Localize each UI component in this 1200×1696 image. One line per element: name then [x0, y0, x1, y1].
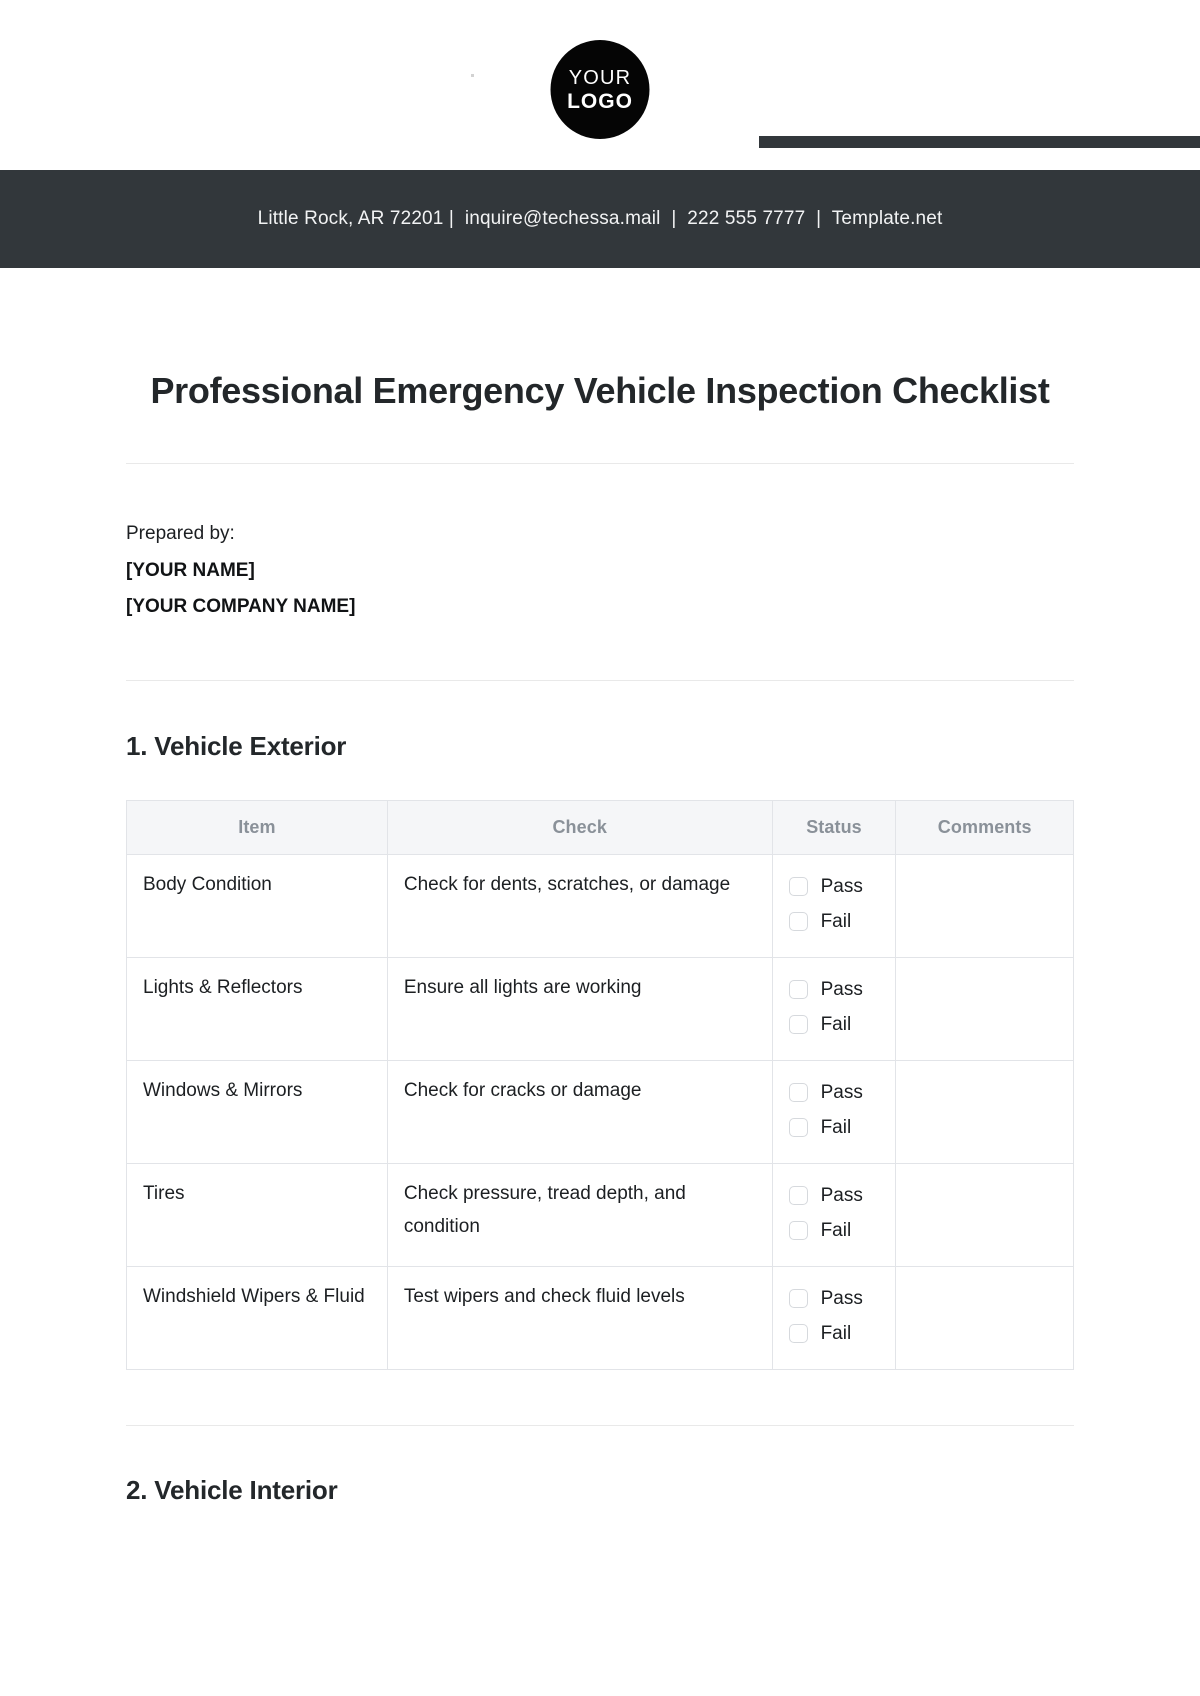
- cell-comments[interactable]: [895, 1060, 1074, 1165]
- status-option-fail[interactable]: Fail: [788, 1213, 880, 1248]
- checkbox-fail-icon[interactable]: [788, 1118, 808, 1138]
- page-title: Professional Emergency Vehicle Inspectio…: [150, 370, 1050, 411]
- cell-item: Windows & Mirrors: [126, 1060, 388, 1165]
- cell-check: Check for dents, scratches, or damage: [386, 854, 773, 959]
- checkbox-fail-icon[interactable]: [788, 1015, 808, 1035]
- header-accent-bar: [759, 136, 1200, 148]
- cell-check: Check for cracks or damage: [386, 1060, 773, 1165]
- cell-comments[interactable]: [895, 1163, 1074, 1268]
- table-row: Body Condition Check for dents, scratche…: [126, 854, 1074, 959]
- cell-item: Lights & Reflectors: [126, 957, 388, 1062]
- checkbox-fail-icon[interactable]: [788, 1324, 808, 1344]
- prepared-by-label: Prepared by:: [126, 523, 235, 545]
- status-option-pass-label: Pass: [820, 979, 863, 1001]
- cell-status: Pass Fail: [771, 1163, 897, 1268]
- cell-check: Check pressure, tread depth, and conditi…: [386, 1163, 773, 1268]
- prepared-by-block: Prepared by: [YOUR NAME] [YOUR COMPANY N…: [126, 464, 1074, 626]
- page-content: Professional Emergency Vehicle Inspectio…: [0, 268, 1200, 1506]
- cell-item: Body Condition: [126, 854, 388, 959]
- logo-bottom-text: LOGO: [567, 89, 633, 113]
- cell-check: Ensure all lights are working: [386, 957, 773, 1062]
- contact-bar: Little Rock, AR 72201 | inquire@techessa…: [0, 170, 1200, 268]
- status-option-pass[interactable]: Pass: [788, 869, 880, 904]
- cell-comments[interactable]: [895, 1266, 1074, 1371]
- status-option-fail[interactable]: Fail: [788, 1316, 880, 1351]
- status-option-fail[interactable]: Fail: [788, 904, 880, 939]
- status-option-fail[interactable]: Fail: [788, 1110, 880, 1145]
- decorative-dot: [471, 74, 474, 77]
- column-header-item: Item: [126, 800, 388, 856]
- cell-status: Pass Fail: [771, 1060, 897, 1165]
- status-option-pass[interactable]: Pass: [788, 1178, 880, 1213]
- status-option-fail-label: Fail: [820, 911, 852, 933]
- table-row: Lights & Reflectors Ensure all lights ar…: [126, 957, 1074, 1062]
- table-row: Windows & Mirrors Check for cracks or da…: [126, 1060, 1074, 1165]
- company-logo: YOUR LOGO: [550, 40, 650, 139]
- section-heading-vehicle-exterior: 1. Vehicle Exterior: [126, 731, 347, 762]
- checkbox-pass-icon[interactable]: [788, 877, 808, 897]
- prepared-by-company: [YOUR COMPANY NAME]: [126, 596, 356, 618]
- status-option-fail-label: Fail: [820, 1220, 852, 1242]
- prepared-by-name: [YOUR NAME]: [126, 559, 255, 581]
- cell-comments[interactable]: [895, 854, 1074, 959]
- status-option-pass[interactable]: Pass: [788, 972, 880, 1007]
- column-header-status: Status: [771, 800, 897, 856]
- cell-status: Pass Fail: [771, 854, 897, 959]
- cell-check: Test wipers and check fluid levels: [386, 1266, 773, 1371]
- status-option-fail-label: Fail: [820, 1014, 852, 1036]
- logo-band: YOUR LOGO: [0, 0, 1200, 170]
- column-header-check: Check: [386, 800, 773, 856]
- checkbox-pass-icon[interactable]: [788, 1083, 808, 1103]
- checkbox-pass-icon[interactable]: [788, 1186, 808, 1206]
- section-heading-vehicle-interior: 2. Vehicle Interior: [126, 1475, 338, 1506]
- table-row: Windshield Wipers & Fluid Test wipers an…: [126, 1266, 1074, 1371]
- checkbox-pass-icon[interactable]: [788, 1289, 808, 1309]
- column-header-comments: Comments: [895, 800, 1074, 856]
- cell-item: Tires: [126, 1163, 388, 1268]
- logo-top-text: YOUR: [568, 66, 632, 89]
- cell-item: Windshield Wipers & Fluid: [126, 1266, 388, 1371]
- checkbox-fail-icon[interactable]: [788, 1221, 808, 1241]
- status-option-pass-label: Pass: [820, 1082, 863, 1104]
- status-option-pass-label: Pass: [820, 1288, 863, 1310]
- cell-status: Pass Fail: [771, 957, 897, 1062]
- vehicle-exterior-table: Item Check Status Comments Body Conditio…: [126, 800, 1074, 1371]
- checkbox-pass-icon[interactable]: [788, 980, 808, 1000]
- status-option-pass-label: Pass: [820, 1185, 863, 1207]
- table-header-row: Item Check Status Comments: [126, 800, 1074, 856]
- cell-status: Pass Fail: [771, 1266, 897, 1371]
- cell-comments[interactable]: [895, 957, 1074, 1062]
- checkbox-fail-icon[interactable]: [788, 912, 808, 932]
- table-row: Tires Check pressure, tread depth, and c…: [126, 1163, 1074, 1268]
- status-option-pass[interactable]: Pass: [788, 1075, 880, 1110]
- table-body: Body Condition Check for dents, scratche…: [126, 854, 1074, 1371]
- status-option-fail-label: Fail: [820, 1117, 852, 1139]
- status-option-fail-label: Fail: [820, 1323, 852, 1345]
- contact-info-text: Little Rock, AR 72201 | inquire@techessa…: [257, 208, 943, 229]
- status-option-pass[interactable]: Pass: [788, 1281, 880, 1316]
- status-option-pass-label: Pass: [820, 876, 863, 898]
- table-header: Item Check Status Comments: [126, 800, 1074, 856]
- status-option-fail[interactable]: Fail: [788, 1007, 880, 1042]
